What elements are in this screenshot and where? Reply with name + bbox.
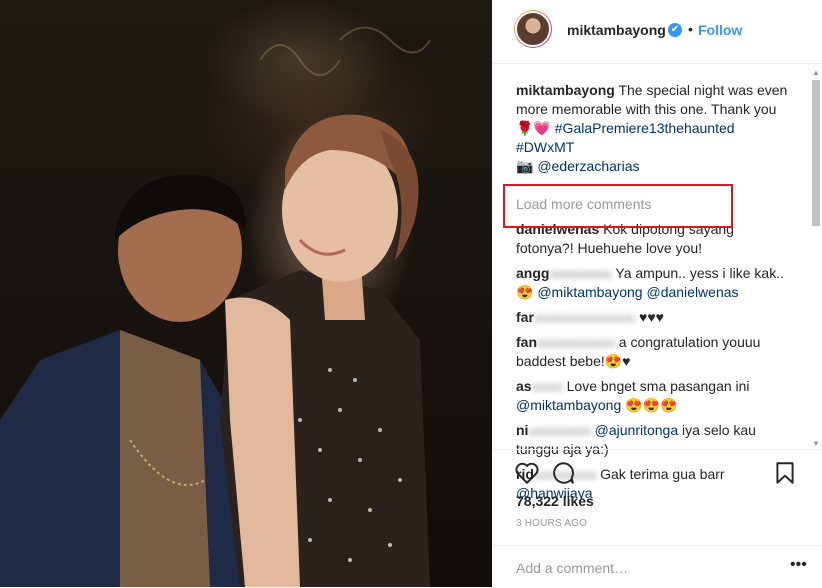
action-bar xyxy=(492,449,822,496)
instagram-post: miktambayong ✔ • Follow miktambayong The… xyxy=(0,0,822,587)
add-comment-input[interactable] xyxy=(514,556,788,580)
mention-link[interactable]: @ederzacharias xyxy=(537,158,639,174)
mention-link[interactable]: @miktambayong xyxy=(537,284,642,300)
heart-icon[interactable] xyxy=(514,460,540,486)
comment-text: Ya ampun.. yess i like kak.. xyxy=(615,265,784,281)
bookmark-icon[interactable] xyxy=(772,460,798,486)
camera-icon: 📷 xyxy=(516,158,534,174)
comments-list: miktambayong The special night was even … xyxy=(516,81,794,499)
like-count[interactable]: 78,322 likes xyxy=(516,493,594,509)
post-header: miktambayong ✔ • Follow xyxy=(492,0,822,64)
comment-username[interactable]: as xyxy=(516,378,532,394)
redacted-username-part: uuuuuuuu xyxy=(549,265,612,281)
comment-text: ♥♥♥ xyxy=(639,309,664,325)
post-photo[interactable] xyxy=(0,0,492,587)
mention-link[interactable]: @danielwenas xyxy=(646,284,738,300)
comment-emoji: 😍 xyxy=(516,284,534,300)
mention-link[interactable]: @ajunritonga xyxy=(595,422,679,438)
highlight-annotation-box xyxy=(503,184,733,228)
scroll-up-arrow-icon[interactable]: ▲ xyxy=(812,68,820,77)
avatar-image xyxy=(515,11,551,47)
add-comment-bar: ••• xyxy=(492,545,822,588)
scrollbar-thumb[interactable] xyxy=(812,80,820,226)
comment-text: Love bnget sma pasangan ini xyxy=(566,378,750,394)
redacted-username-part: uuuuuuuuuu xyxy=(537,334,615,350)
scroll-down-arrow-icon[interactable]: ▼ xyxy=(812,439,820,448)
hashtag-link[interactable]: #GalaPremiere13thehaunted xyxy=(555,120,735,136)
verified-badge-icon: ✔ xyxy=(668,23,682,37)
caption-username[interactable]: miktambayong xyxy=(516,82,615,98)
comment-item: angguuuuuuuu Ya ampun.. yess i like kak.… xyxy=(516,264,794,302)
caption: miktambayong The special night was even … xyxy=(516,81,794,176)
more-options-icon[interactable]: ••• xyxy=(790,556,807,574)
follow-button[interactable]: Follow xyxy=(698,22,742,38)
post-timestamp[interactable]: 3 HOURS AGO xyxy=(516,518,587,529)
hashtag-link[interactable]: #DWxMT xyxy=(516,139,574,155)
comment-item: faruuuuuuuuuuuuu ♥♥♥ xyxy=(516,308,794,327)
comment-username[interactable]: ni xyxy=(516,422,528,438)
post-details-panel: miktambayong ✔ • Follow miktambayong The… xyxy=(492,0,822,587)
comments-scrollbar[interactable]: ▲ ▼ xyxy=(810,68,822,448)
redacted-username-part: uuuuuuuuuuuuu xyxy=(533,309,636,325)
comment-item: asuuuu Love bnget sma pasangan ini @mikt… xyxy=(516,377,794,415)
redacted-username-part: uuuu xyxy=(531,378,563,394)
comment-username[interactable]: far xyxy=(516,309,534,325)
redacted-username-part: uuuuuuuu xyxy=(528,422,591,438)
separator-dot: • xyxy=(688,21,693,37)
avatar[interactable] xyxy=(514,10,552,48)
comment-item: fanuuuuuuuuuu a congratulation youuu bad… xyxy=(516,333,794,371)
comment-emoji: 😍😍😍 xyxy=(625,397,678,413)
comment-username[interactable]: fan xyxy=(516,334,537,350)
caption-emoji: 🌹💗 xyxy=(516,120,551,136)
comment-username[interactable]: angg xyxy=(516,265,549,281)
mention-link[interactable]: @miktambayong xyxy=(516,397,621,413)
comment-bubble-icon[interactable] xyxy=(550,460,576,486)
photo-illustration xyxy=(0,26,431,587)
post-username[interactable]: miktambayong xyxy=(567,22,666,38)
